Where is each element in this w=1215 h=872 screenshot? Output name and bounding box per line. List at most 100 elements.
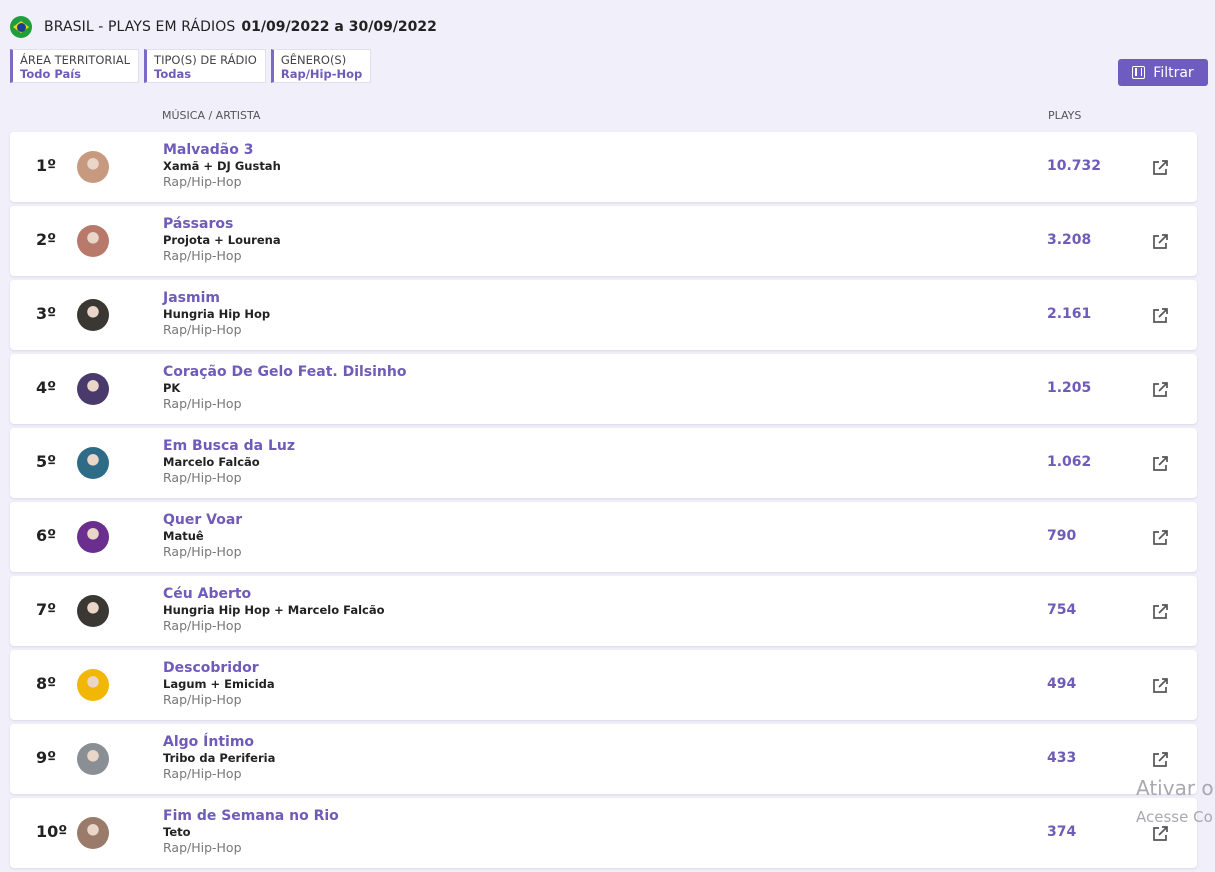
artist-name: Lagum + Emicida (163, 677, 275, 691)
song-title[interactable]: Malvadão 3 (163, 142, 281, 159)
external-link-icon[interactable] (1151, 825, 1169, 843)
plays-count: 754 (1047, 602, 1077, 618)
external-link-icon[interactable] (1151, 381, 1169, 399)
plays-count: 10.732 (1047, 158, 1102, 174)
table-row[interactable]: 9º Algo Íntimo Tribo da Periferia Rap/Hip-H… (10, 724, 1197, 794)
table-row[interactable]: 5º Em Busca da Luz Marcelo Falcão Rap/Hip-H… (10, 428, 1197, 498)
genre: Rap/Hip-Hop (163, 618, 242, 633)
plays-count: 1.205 (1047, 380, 1092, 396)
table-row[interactable]: 8º Descobridor Lagum + Emicida Rap/Hip-Hop 4… (10, 650, 1197, 720)
filter-chip-label: GÊNERO(S) (280, 53, 347, 67)
song-info: Coração De Gelo Feat. Dilsinho PK Rap/Hip-… (163, 364, 406, 412)
song-title[interactable]: Céu Aberto (163, 586, 385, 603)
ranking-list: 1º Malvadão 3 Xamã + DJ Gustah Rap/Hip-Hop 1… (10, 132, 1197, 872)
song-title[interactable]: Jasmim (163, 290, 270, 307)
genre: Rap/Hip-Hop (163, 766, 242, 781)
genre: Rap/Hip-Hop (163, 840, 242, 855)
external-link-icon[interactable] (1151, 159, 1169, 177)
artist-avatar (77, 817, 109, 849)
song-title[interactable]: Quer Voar (163, 512, 242, 529)
song-title[interactable]: Algo Íntimo (163, 734, 275, 751)
song-info: Fim de Semana no Rio Teto Rap/Hip-Hop (163, 808, 339, 856)
song-info: Malvadão 3 Xamã + DJ Gustah Rap/Hip-Hop (163, 142, 281, 190)
filter-button[interactable]: Filtrar (1118, 59, 1208, 86)
external-link-icon[interactable] (1151, 677, 1169, 695)
table-row[interactable]: 7º Céu Aberto Hungria Hip Hop + Marcelo Fa… (10, 576, 1197, 646)
plays-count: 1.062 (1047, 454, 1092, 470)
plays-count: 2.161 (1047, 306, 1092, 322)
external-link-icon[interactable] (1151, 307, 1169, 325)
rank: 3º (36, 304, 57, 323)
artist-avatar (77, 521, 109, 553)
filter-chip-label: ÁREA TERRITORIAL (20, 53, 131, 67)
table-row[interactable]: 2º Pássaros Projota + Lourena Rap/Hip-Hop 3.… (10, 206, 1197, 276)
filter-chip-label: TIPO(S) DE RÁDIO (154, 53, 257, 67)
filter-chip-value: Todas (154, 67, 192, 81)
artist-name: Xamã + DJ Gustah (163, 159, 281, 173)
artist-avatar (77, 743, 109, 775)
table-row[interactable]: 4º Coração De Gelo Feat. Dilsinho PK Rap/Hi… (10, 354, 1197, 424)
song-title[interactable]: Em Busca da Luz (163, 438, 295, 455)
song-title[interactable]: Coração De Gelo Feat. Dilsinho (163, 364, 406, 381)
song-info: Descobridor Lagum + Emicida Rap/Hip-Hop (163, 660, 275, 708)
filter-button-label: Filtrar (1153, 64, 1194, 81)
artist-name: Teto (163, 825, 191, 839)
song-title[interactable]: Pássaros (163, 216, 281, 233)
rank: 4º (36, 378, 57, 397)
genre: Rap/Hip-Hop (163, 322, 242, 337)
watermark-line-2: Acesse Co (1136, 808, 1213, 826)
sliders-icon (1132, 66, 1146, 79)
song-info: Céu Aberto Hungria Hip Hop + Marcelo Falc… (163, 586, 385, 634)
external-link-icon[interactable] (1151, 603, 1169, 621)
song-info: Quer Voar Matuê Rap/Hip-Hop (163, 512, 242, 560)
filter-chip-value: Rap/Hip-Hop (280, 67, 363, 81)
artist-avatar (77, 373, 109, 405)
rank: 2º (36, 230, 57, 249)
genre: Rap/Hip-Hop (163, 544, 242, 559)
filter-chip-genre[interactable]: GÊNERO(S) Rap/Hip-Hop (270, 49, 372, 83)
table-row[interactable]: 1º Malvadão 3 Xamã + DJ Gustah Rap/Hip-Hop 1… (10, 132, 1197, 202)
filter-chip-radio-type[interactable]: TIPO(S) DE RÁDIO Todas (144, 49, 266, 83)
artist-name: Hungria Hip Hop + Marcelo Falcão (163, 603, 385, 617)
artist-name: Matuê (163, 529, 204, 543)
external-link-icon[interactable] (1151, 751, 1169, 769)
artist-name: Tribo da Periferia (163, 751, 276, 765)
plays-count: 374 (1047, 824, 1077, 840)
external-link-icon[interactable] (1151, 233, 1169, 251)
plays-count: 790 (1047, 528, 1077, 544)
song-info: Algo Íntimo Tribo da Periferia Rap/Hip-Hop (163, 734, 275, 782)
table-row[interactable]: 6º Quer Voar Matuê Rap/Hip-Hop 790 (10, 502, 1197, 572)
table-row[interactable]: 3º Jasmim Hungria Hip Hop Rap/Hip-Hop 2.161 (10, 280, 1197, 350)
artist-name: Hungria Hip Hop (163, 307, 271, 321)
artist-avatar (77, 225, 109, 257)
genre: Rap/Hip-Hop (163, 470, 242, 485)
watermark-line-1: Ativar o (1136, 776, 1214, 800)
column-header-song-artist: MÚSICA / ARTISTA (162, 109, 261, 122)
genre: Rap/Hip-Hop (163, 692, 242, 707)
rank: 5º (36, 452, 57, 471)
artist-avatar (77, 669, 109, 701)
plays-count: 433 (1047, 750, 1077, 766)
brazil-flag-icon (10, 16, 32, 38)
date-range: 01/09/2022 a 30/09/2022 (241, 19, 437, 35)
plays-count: 494 (1047, 676, 1077, 692)
external-link-icon[interactable] (1151, 529, 1169, 547)
song-info: Em Busca da Luz Marcelo Falcão Rap/Hip-Hop (163, 438, 295, 486)
column-header-plays: PLAYS (1048, 109, 1082, 122)
external-link-icon[interactable] (1151, 455, 1169, 473)
plays-count: 3.208 (1047, 232, 1092, 248)
song-title[interactable]: Fim de Semana no Rio (163, 808, 339, 825)
filter-chips: ÁREA TERRITORIAL Todo País TIPO(S) DE RÁ… (10, 49, 372, 83)
table-row[interactable]: 10º Fim de Semana no Rio Teto Rap/Hip-Hop 37… (10, 798, 1197, 868)
artist-avatar (77, 299, 109, 331)
filter-chip-area[interactable]: ÁREA TERRITORIAL Todo País (10, 49, 140, 83)
artist-avatar (77, 447, 109, 479)
artist-name: Marcelo Falcão (163, 455, 260, 469)
song-title[interactable]: Descobridor (163, 660, 275, 677)
rank: 9º (36, 748, 57, 767)
rank: 7º (36, 600, 57, 619)
page-title: BRASIL - PLAYS EM RÁDIOS (44, 19, 236, 35)
rank: 8º (36, 674, 57, 693)
artist-name: Projota + Lourena (163, 233, 281, 247)
rank: 10º (36, 822, 68, 841)
